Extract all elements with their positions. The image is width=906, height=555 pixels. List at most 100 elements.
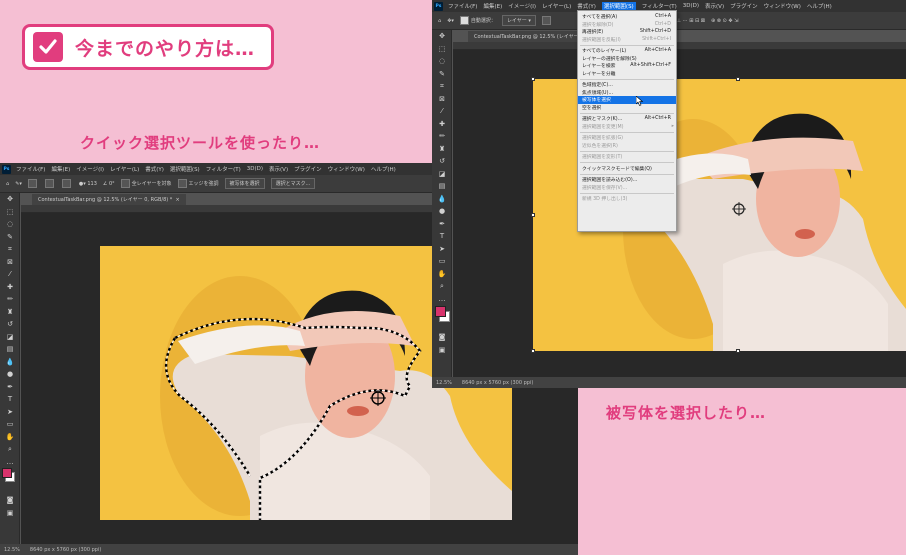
menu-item-transform-selection[interactable]: 選択範囲を変形(T)	[578, 153, 676, 161]
menu-item-select-subject[interactable]: 被写体を選択	[578, 96, 676, 106]
menu-item-similar[interactable]: 近似色を選択(R)	[578, 142, 676, 150]
zoom-level[interactable]: 12.5%	[4, 547, 20, 553]
new-selection-icon[interactable]	[27, 179, 39, 188]
pen-tool-icon[interactable]: ✒	[432, 218, 452, 231]
more-tools-icon[interactable]: …	[0, 456, 20, 469]
type-tool-icon[interactable]: T	[432, 230, 452, 243]
transform-handle[interactable]	[531, 213, 535, 217]
move-tool-icon[interactable]: ✥	[432, 30, 452, 43]
menu-image[interactable]: イメージ(I)	[76, 165, 104, 173]
transform-handle[interactable]	[531, 77, 535, 81]
eraser-tool-icon[interactable]: ◪	[0, 331, 20, 344]
select-and-mask-button[interactable]: 選択とマスク...	[270, 178, 316, 189]
menu-item-modify[interactable]: 選択範囲を変更(M) ▸	[578, 123, 676, 131]
stamp-tool-icon[interactable]: ♜	[432, 143, 452, 156]
zoom-tool-icon[interactable]: ⌕	[0, 443, 20, 456]
quick-selection-tool-icon[interactable]: ✎	[432, 68, 452, 81]
move-tool-preset-icon[interactable]: ✥▾	[447, 18, 454, 24]
eyedropper-tool-icon[interactable]: ⁄	[432, 105, 452, 118]
healing-brush-icon[interactable]: ✚	[0, 281, 20, 294]
menu-item-deselect-layers[interactable]: レイヤーの選択を解除(S)	[578, 55, 676, 63]
document-tab[interactable]: ContextualTaskBar.png @ 12.5% (レイヤー 0, R…	[32, 194, 186, 205]
menu-item-select-and-mask[interactable]: 選択とマスク(K)... Alt+Ctrl+R	[578, 115, 676, 123]
brush-tool-icon[interactable]: ✏	[0, 293, 20, 306]
quick-selection-tool-preset-icon[interactable]: ✎▾	[15, 181, 22, 187]
menu-filter[interactable]: フィルター(T)	[642, 2, 677, 10]
brush-tool-icon[interactable]: ✏	[432, 130, 452, 143]
angle-field[interactable]: ∠ 0°	[103, 181, 115, 187]
type-tool-icon[interactable]: T	[0, 393, 20, 406]
hand-tool-icon[interactable]: ✋	[432, 268, 452, 281]
menu-item-select-sky[interactable]: 空を選択	[578, 104, 676, 112]
menu-item-quick-mask[interactable]: クイックマスクモードで編集(Q)	[578, 165, 676, 173]
blur-tool-icon[interactable]: 💧	[0, 356, 20, 369]
menu-plugins[interactable]: プラグイン	[730, 2, 758, 10]
history-brush-icon[interactable]: ↺	[0, 318, 20, 331]
path-selection-icon[interactable]: ➤	[0, 406, 20, 419]
gradient-tool-icon[interactable]: ▤	[432, 180, 452, 193]
home-icon[interactable]: ⌂	[438, 18, 441, 24]
menu-window[interactable]: ウィンドウ(W)	[764, 2, 801, 10]
menu-type[interactable]: 書式(Y)	[577, 2, 596, 10]
hand-tool-icon[interactable]: ✋	[0, 431, 20, 444]
gradient-tool-icon[interactable]: ▤	[0, 343, 20, 356]
healing-brush-icon[interactable]: ✚	[432, 118, 452, 131]
frame-tool-icon[interactable]: ⊠	[0, 256, 20, 269]
document-canvas[interactable]	[453, 42, 906, 377]
menu-item-color-range[interactable]: 色域指定(C)...	[578, 81, 676, 89]
marquee-tool-icon[interactable]: ⬚	[432, 43, 452, 56]
menu-file[interactable]: ファイル(F)	[16, 165, 45, 173]
menu-item-deselect[interactable]: 選択を解除(D) Ctrl+D	[578, 21, 676, 29]
add-to-selection-icon[interactable]	[44, 179, 56, 188]
dodge-tool-icon[interactable]: ●	[432, 205, 452, 218]
menu-item-load-selection[interactable]: 選択範囲を読み込む(O)...	[578, 176, 676, 184]
blur-tool-icon[interactable]: 💧	[432, 193, 452, 206]
menu-3d[interactable]: 3D(D)	[247, 166, 263, 172]
path-selection-icon[interactable]: ➤	[432, 243, 452, 256]
lasso-tool-icon[interactable]: ◌	[0, 218, 20, 231]
crop-tool-icon[interactable]: ⌗	[0, 243, 20, 256]
pen-tool-icon[interactable]: ✒	[0, 381, 20, 394]
menu-layer[interactable]: レイヤー(L)	[110, 165, 139, 173]
screen-mode-icon[interactable]: ▣	[0, 507, 20, 520]
menu-item-new-3d-extrusion[interactable]: 新規 3D 押し出し(3)	[578, 195, 676, 203]
menu-select[interactable]: 選択範囲(S)	[170, 165, 200, 173]
dodge-tool-icon[interactable]: ●	[0, 368, 20, 381]
menu-item-inverse[interactable]: 選択範囲を反転(I) Shift+Ctrl+I	[578, 36, 676, 44]
move-tool-icon[interactable]: ✥	[0, 193, 20, 206]
shape-tool-icon[interactable]: ▭	[0, 418, 20, 431]
menu-edit[interactable]: 編集(E)	[51, 165, 70, 173]
eraser-tool-icon[interactable]: ◪	[432, 168, 452, 181]
more-tools-icon[interactable]: …	[432, 293, 452, 306]
screen-mode-icon[interactable]: ▣	[432, 344, 452, 357]
brush-size-picker[interactable]: ●▾ 113	[79, 181, 97, 187]
menu-item-find-layers[interactable]: レイヤーを検索 Alt+Shift+Ctrl+F	[578, 62, 676, 70]
color-swatches[interactable]	[0, 468, 19, 494]
menu-item-save-selection[interactable]: 選択範囲を保存(V)...	[578, 184, 676, 192]
auto-select-target-dropdown[interactable]: レイヤー ▾	[501, 15, 536, 26]
menu-item-focus-area[interactable]: 焦点領域(U)...	[578, 89, 676, 97]
menu-plugins[interactable]: プラグイン	[294, 165, 322, 173]
sample-all-layers-checkbox[interactable]: 全レイヤーを対象	[120, 179, 172, 188]
menu-edit[interactable]: 編集(E)	[483, 2, 502, 10]
zoom-level[interactable]: 12.5%	[436, 380, 452, 386]
history-brush-icon[interactable]: ↺	[432, 155, 452, 168]
menu-3d[interactable]: 3D(D)	[683, 3, 699, 9]
menu-item-grow[interactable]: 選択範囲を拡張(G)	[578, 134, 676, 142]
crop-tool-icon[interactable]: ⌗	[432, 80, 452, 93]
menu-window[interactable]: ウィンドウ(W)	[328, 165, 365, 173]
menu-item-all-layers[interactable]: すべてのレイヤー(L) Alt+Ctrl+A	[578, 47, 676, 55]
3d-mode-icons[interactable]: ⊕ ⊗ ⊙ ✥ ⇲	[711, 18, 738, 24]
zoom-tool-icon[interactable]: ⌕	[432, 280, 452, 293]
frame-tool-icon[interactable]: ⊠	[432, 93, 452, 106]
menu-select[interactable]: 選択範囲(S)	[601, 2, 636, 10]
menu-help[interactable]: ヘルプ(H)	[807, 2, 832, 10]
menu-item-select-all[interactable]: すべてを選択(A) Ctrl+A	[578, 13, 676, 21]
auto-select-checkbox[interactable]: 自動選択：	[459, 16, 496, 25]
transform-handle[interactable]	[736, 77, 740, 81]
transform-handle[interactable]	[531, 349, 535, 353]
menu-layer[interactable]: レイヤー(L)	[542, 2, 571, 10]
stamp-tool-icon[interactable]: ♜	[0, 306, 20, 319]
quick-mask-icon[interactable]: ◙	[0, 494, 20, 507]
transform-controls-checkbox[interactable]	[541, 16, 553, 25]
